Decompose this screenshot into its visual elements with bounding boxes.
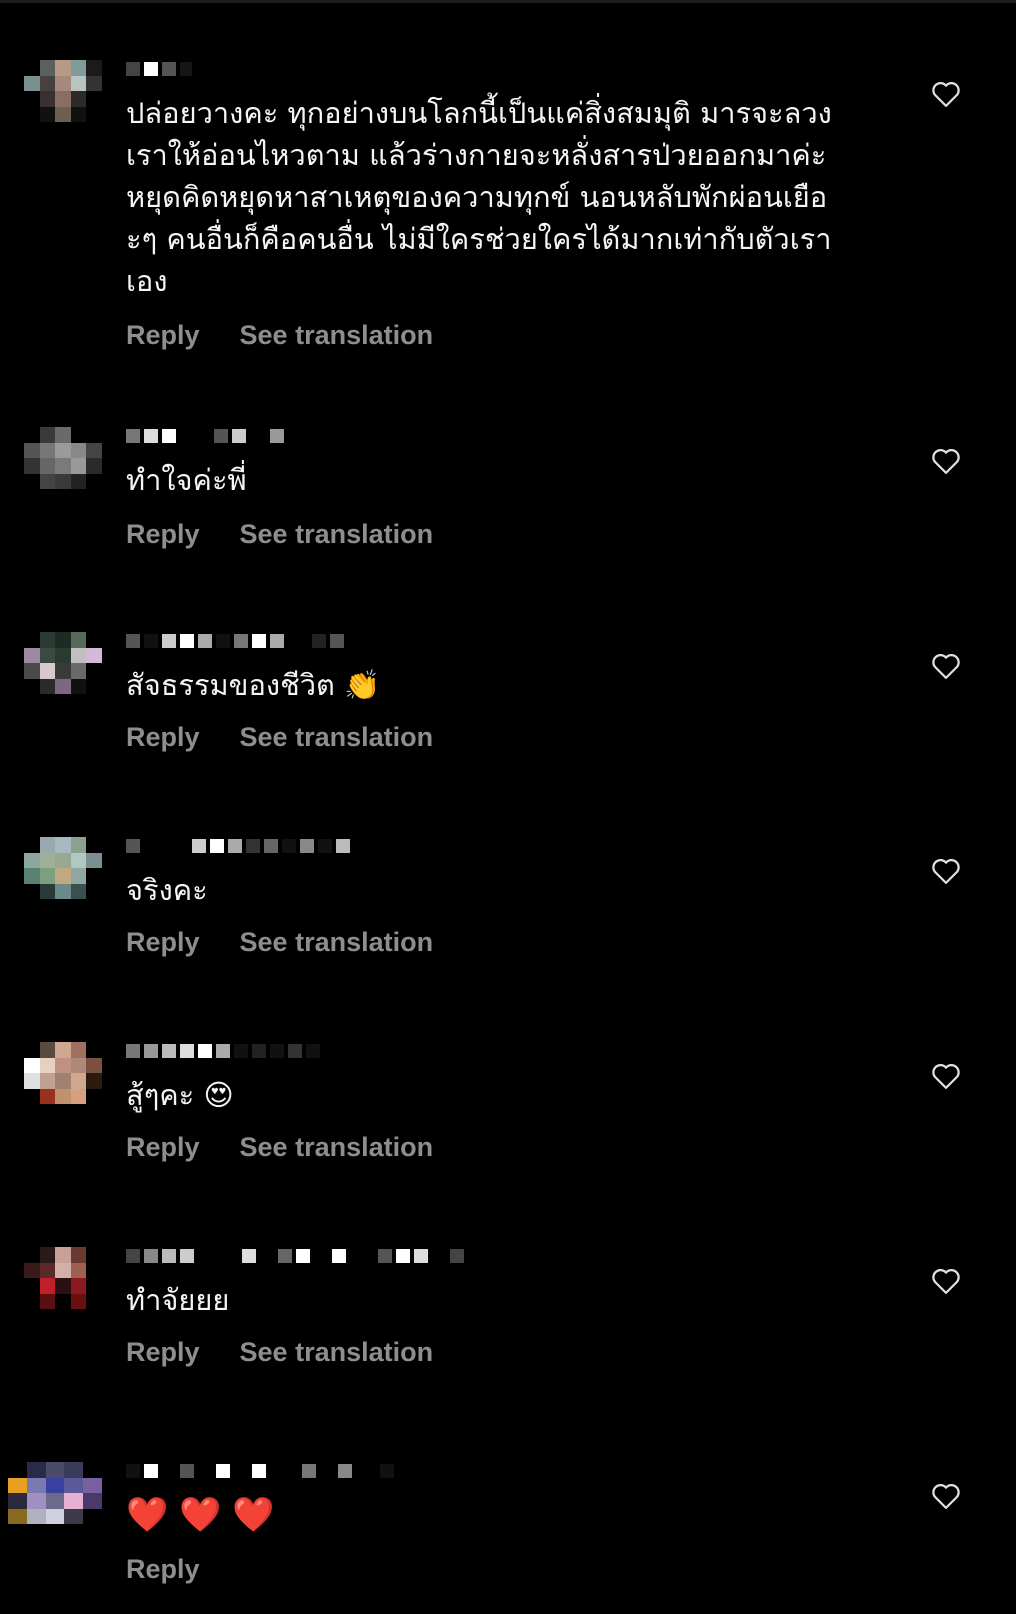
top-divider (0, 0, 1016, 3)
avatar[interactable] (24, 427, 102, 489)
comment-actions: Reply See translation (126, 519, 433, 550)
avatar[interactable] (24, 632, 102, 694)
comment-text: ❤️ ❤️ ❤️ (126, 1495, 275, 1535)
comment-actions: Reply See translation (126, 1132, 433, 1163)
avatar[interactable] (24, 1247, 102, 1309)
reply-button[interactable]: Reply (126, 1554, 200, 1585)
comment-actions: Reply (126, 1554, 200, 1585)
reply-button[interactable]: Reply (126, 927, 200, 958)
comment-text: ปล่อยวางคะ ทุกอย่างบนโลกนี้เป็นแค่สิ่งสม… (126, 96, 832, 298)
see-translation-button[interactable]: See translation (240, 1337, 434, 1368)
heart-icon[interactable] (931, 1482, 961, 1510)
username[interactable] (126, 632, 344, 650)
heart-icon[interactable] (931, 857, 961, 885)
see-translation-button[interactable]: See translation (240, 320, 434, 351)
username[interactable] (126, 1462, 394, 1480)
avatar[interactable] (8, 1462, 102, 1524)
reply-button[interactable]: Reply (126, 722, 200, 753)
heart-icon[interactable] (931, 80, 961, 108)
avatar[interactable] (24, 60, 102, 122)
reply-button[interactable]: Reply (126, 1337, 200, 1368)
comment-actions: Reply See translation (126, 927, 433, 958)
comment-text: จริงคะ (126, 873, 208, 907)
heart-icon[interactable] (931, 1062, 961, 1090)
reply-button[interactable]: Reply (126, 1132, 200, 1163)
see-translation-button[interactable]: See translation (240, 519, 434, 550)
comment-text: ทำจัยยย (126, 1283, 230, 1317)
avatar[interactable] (24, 1042, 102, 1104)
see-translation-button[interactable]: See translation (240, 1132, 434, 1163)
heart-icon[interactable] (931, 447, 961, 475)
see-translation-button[interactable]: See translation (240, 927, 434, 958)
username[interactable] (126, 837, 350, 855)
heart-icon[interactable] (931, 1267, 961, 1295)
reply-button[interactable]: Reply (126, 519, 200, 550)
comment-actions: Reply See translation (126, 1337, 433, 1368)
username[interactable] (126, 427, 284, 445)
avatar[interactable] (24, 837, 102, 899)
comment-actions: Reply See translation (126, 722, 433, 753)
comment-text: ทำใจค่ะพี่ (126, 463, 247, 497)
username[interactable] (126, 1247, 464, 1265)
see-translation-button[interactable]: See translation (240, 722, 434, 753)
comment-actions: Reply See translation (126, 320, 433, 351)
comment-text: สัจธรรมของชีวิต 👏 (126, 668, 381, 702)
heart-icon[interactable] (931, 652, 961, 680)
comment-text: สู้ๆคะ 😍 (126, 1078, 234, 1112)
username[interactable] (126, 60, 192, 78)
username[interactable] (126, 1042, 320, 1060)
reply-button[interactable]: Reply (126, 320, 200, 351)
